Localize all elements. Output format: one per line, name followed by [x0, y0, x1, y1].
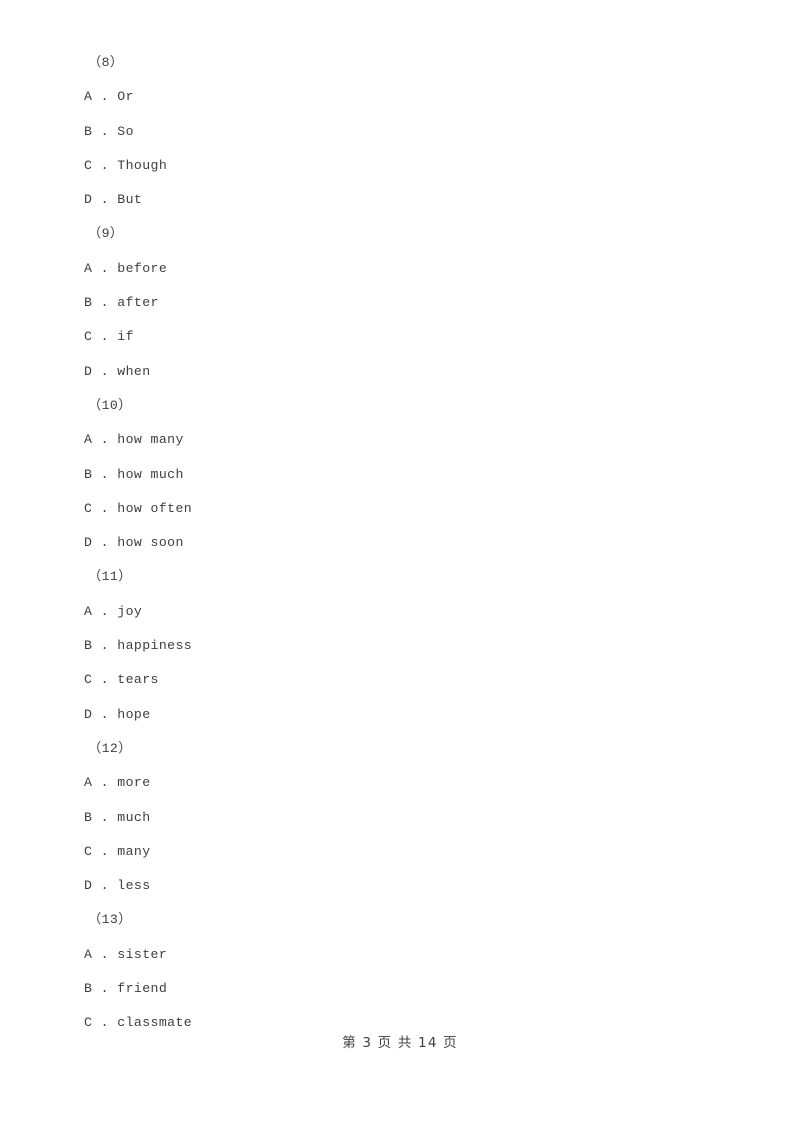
question-block: （13） A . sister B . friend C . classmate: [84, 903, 724, 1040]
question-number: （10）: [88, 397, 132, 413]
option-text: more: [117, 775, 151, 791]
option-separator: .: [92, 123, 118, 139]
option-text: classmate: [117, 1015, 193, 1031]
answer-option[interactable]: D . hope: [84, 698, 724, 732]
answer-option[interactable]: D . how soon: [84, 526, 724, 560]
question-block: （11） A . joy B . happiness C . tears D . hop…: [84, 560, 724, 731]
option-separator: .: [92, 1015, 118, 1031]
option-text: before: [117, 260, 168, 276]
option-separator: .: [92, 775, 118, 791]
document-page: （8） A . Or B . So C . Though D . But （9） A . b…: [0, 0, 800, 1132]
option-text: when: [117, 363, 151, 379]
option-separator: .: [92, 363, 118, 379]
option-separator: .: [92, 329, 118, 345]
answer-option[interactable]: A . sister: [84, 938, 724, 972]
option-text: after: [117, 295, 159, 311]
question-block: （10） A . how many B . how much C . how ofte…: [84, 389, 724, 560]
option-separator: .: [92, 706, 118, 722]
question-number: （11）: [88, 569, 132, 585]
option-text: if: [117, 329, 134, 345]
option-separator: .: [92, 843, 118, 859]
option-text: how many: [117, 432, 184, 448]
answer-option[interactable]: B . friend: [84, 972, 724, 1006]
question-block: （8） A . Or B . So C . Though D . But: [84, 46, 724, 217]
answer-option[interactable]: B . after: [84, 286, 724, 320]
option-separator: .: [92, 946, 118, 962]
question-number: （9）: [88, 226, 124, 242]
answer-option[interactable]: B . how much: [84, 458, 724, 492]
option-text: how much: [117, 466, 184, 482]
option-separator: .: [92, 603, 118, 619]
option-separator: .: [92, 535, 118, 551]
option-separator: .: [92, 157, 118, 173]
answer-option[interactable]: C . tears: [84, 663, 724, 697]
answer-option[interactable]: C . if: [84, 320, 724, 354]
option-separator: .: [92, 260, 118, 276]
option-separator: .: [92, 809, 118, 825]
answer-option[interactable]: B . So: [84, 115, 724, 149]
question-block: （9） A . before B . after C . if D . when: [84, 217, 724, 388]
question-list: （8） A . Or B . So C . Though D . But （9） A . b…: [84, 46, 724, 1041]
question-number: （8）: [88, 55, 124, 70]
option-separator: .: [92, 878, 118, 894]
option-text: tears: [117, 672, 159, 688]
option-text: hope: [117, 706, 151, 722]
answer-option[interactable]: D . But: [84, 183, 724, 217]
option-text: how often: [117, 500, 193, 516]
option-text: But: [117, 192, 143, 208]
answer-option[interactable]: A . Or: [84, 80, 724, 114]
answer-option[interactable]: B . happiness: [84, 629, 724, 663]
option-separator: .: [92, 981, 118, 997]
answer-option[interactable]: A . more: [84, 766, 724, 800]
question-block: （12） A . more B . much C . many D . less: [84, 732, 724, 903]
answer-option[interactable]: A . before: [84, 252, 724, 286]
option-text: Though: [117, 157, 168, 173]
option-text: less: [117, 878, 151, 894]
option-text: sister: [117, 946, 168, 962]
answer-option[interactable]: C . many: [84, 835, 724, 869]
question-number: （13）: [88, 912, 132, 928]
page-footer: 第 3 页 共 14 页: [342, 1035, 458, 1051]
option-separator: .: [92, 295, 118, 311]
option-separator: .: [92, 432, 118, 448]
option-separator: .: [92, 672, 118, 688]
option-text: So: [117, 123, 134, 139]
answer-option[interactable]: A . joy: [84, 595, 724, 629]
option-text: happiness: [117, 638, 193, 654]
option-text: many: [117, 843, 151, 859]
answer-option[interactable]: A . how many: [84, 423, 724, 457]
option-text: how soon: [117, 535, 184, 551]
option-text: joy: [117, 603, 143, 619]
option-text: Or: [117, 89, 134, 105]
option-separator: .: [92, 89, 118, 105]
option-separator: .: [92, 500, 118, 516]
answer-option[interactable]: C . Though: [84, 149, 724, 183]
option-separator: .: [92, 192, 118, 208]
option-text: much: [117, 809, 151, 825]
answer-option[interactable]: C . how often: [84, 492, 724, 526]
option-separator: .: [92, 466, 118, 482]
option-separator: .: [92, 638, 118, 654]
answer-option[interactable]: D . less: [84, 869, 724, 903]
answer-option[interactable]: B . much: [84, 801, 724, 835]
answer-option[interactable]: D . when: [84, 355, 724, 389]
option-text: friend: [117, 981, 168, 997]
question-number: （12）: [88, 740, 132, 756]
